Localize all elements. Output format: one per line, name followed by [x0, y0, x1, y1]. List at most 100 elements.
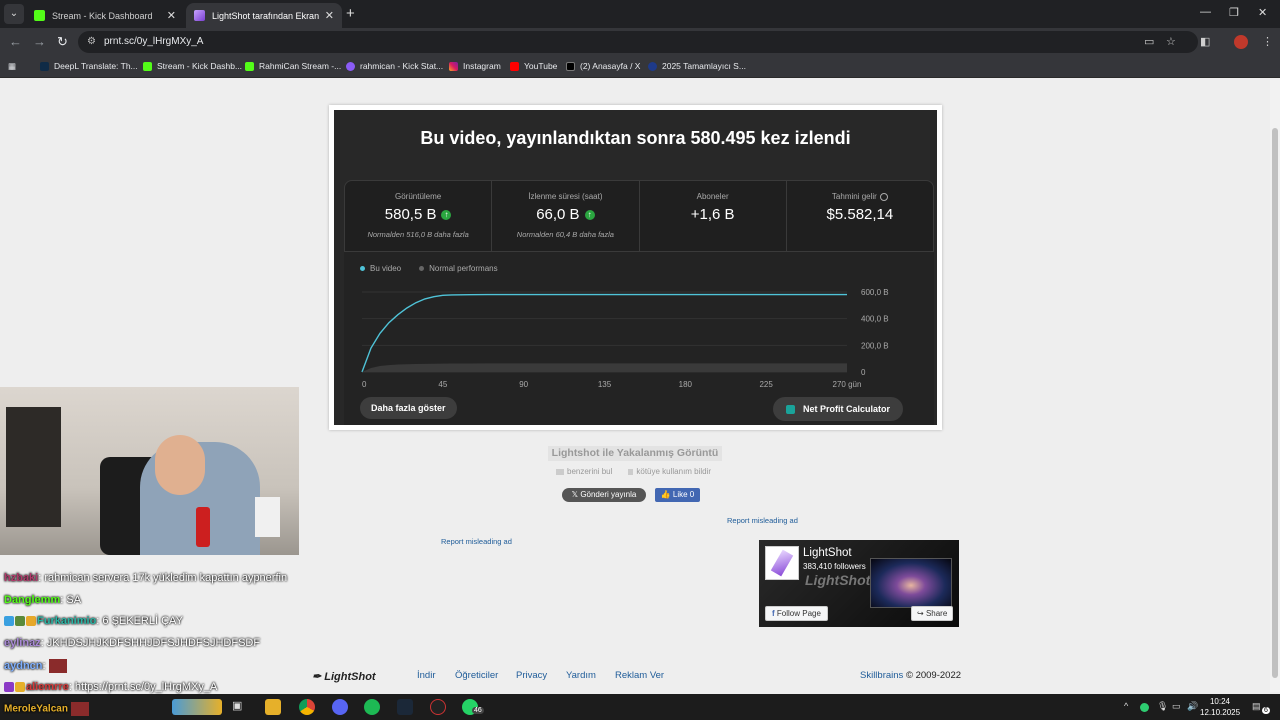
new-tab-button[interactable]: + [346, 6, 355, 21]
find-similar-link[interactable]: benzerini bul [556, 467, 620, 476]
calculator-icon [785, 404, 795, 414]
back-button[interactable]: ← [9, 34, 22, 49]
page-scrollbar[interactable] [1270, 80, 1280, 692]
stat-label-text: Tahmini gelir [831, 192, 877, 201]
reload-button[interactable]: ↻ [57, 34, 68, 50]
bookmark-instagram[interactable]: Instagram [449, 61, 501, 71]
bookmark-kick-stats[interactable]: rahmican - Kick Stat... [346, 61, 443, 71]
followers-count: 383,410 followers [803, 562, 866, 571]
close-icon[interactable]: ✕ [325, 9, 334, 22]
microphone-icon[interactable]: 🎙 [1157, 701, 1168, 712]
y-tick-label: 600,0 B [861, 288, 889, 297]
stats-icon [346, 61, 355, 71]
bookmark-rahmican-stream[interactable]: RahmiCan Stream -... [245, 61, 341, 71]
chevron-up-icon[interactable]: ^ [1124, 701, 1128, 711]
share-icon: ↪ [917, 609, 924, 618]
emote-image [48, 659, 67, 673]
volume-icon[interactable]: 🔊 [1187, 701, 1198, 712]
tab-lightshot[interactable]: LightShot tarafından Ekran Görü ✕ [186, 3, 342, 28]
bookmark-kick-dashboard[interactable]: Stream - Kick Dashb... [143, 61, 242, 71]
lightshot-caption: Lightshot ile Yakalanmış Görüntü [548, 446, 722, 461]
stat-label: Görüntüleme [395, 192, 442, 201]
file-explorer-icon[interactable] [265, 699, 281, 715]
footer-link-ogreticiler[interactable]: Öğreticiler [455, 670, 498, 681]
forward-button[interactable]: → [33, 34, 46, 49]
series-line-bu-video [361, 293, 847, 373]
weather-widget[interactable] [172, 699, 222, 715]
report-ad-link[interactable]: Report misleading ad [727, 516, 798, 525]
bookmark-label: DeepL Translate: Th... [54, 61, 138, 71]
chat-user: MeroleYalcan [4, 703, 68, 715]
footer-link-yardim[interactable]: Yardım [566, 670, 596, 681]
x-tick-label: 90 [519, 380, 528, 389]
window-close-button[interactable]: ✕ [1258, 6, 1267, 19]
report-abuse-link[interactable]: kötüye kullanım bildir [628, 467, 719, 476]
spotify-icon[interactable] [364, 699, 380, 715]
stat-subscribers: Aboneler +1,6 B [640, 181, 787, 251]
footer-logo[interactable]: ✒ LightShot [312, 670, 376, 683]
chat-message: aliemrre: https://prnt.sc/0y_lHrgMXy_A [4, 681, 217, 693]
stat-sub: Normalden 60,4 B daha fazla [516, 230, 614, 239]
minimize-button[interactable]: — [1200, 6, 1211, 18]
address-bar[interactable]: ⚙ prnt.sc/0y_lHrgMXy_A [78, 31, 1198, 53]
facebook-page-widget[interactable]: LightShot LightShot 383,410 followers f … [759, 540, 959, 627]
facebook-like-button[interactable]: 👍 Like 0 [655, 488, 700, 502]
site-info-icon[interactable]: ⚙ [87, 31, 96, 53]
close-icon[interactable]: ✕ [167, 9, 176, 22]
show-more-button[interactable]: Daha fazla göster [360, 397, 457, 419]
badge-icon [4, 682, 14, 693]
x-share-button[interactable]: 𝕏 Gönderi yayınla [562, 488, 646, 502]
share-button[interactable]: ↪ Share [911, 606, 954, 621]
cast-icon[interactable]: ▭ [1144, 35, 1154, 48]
menu-icon[interactable]: ⋮ [1262, 35, 1273, 48]
footer-link-privacy[interactable]: Privacy [516, 670, 547, 681]
chat-message: aydncn: [4, 659, 67, 673]
footer-link-indir[interactable]: İndir [417, 670, 435, 681]
star-icon[interactable]: ☆ [1166, 35, 1176, 48]
lightshot-logo[interactable] [765, 546, 799, 580]
stat-label: Aboneler [696, 192, 729, 201]
notification-icon[interactable]: ▤ [1252, 701, 1261, 712]
steam-icon[interactable] [397, 699, 413, 715]
chat-text: : 6 ŞEKERLİ ÇAY [96, 615, 183, 627]
discord-icon[interactable] [332, 699, 348, 715]
tab-search-button[interactable]: ⌄ [4, 4, 24, 24]
y-tick-label: 200,0 B [861, 341, 889, 350]
net-profit-calculator-button[interactable]: Net Profit Calculator [773, 397, 903, 421]
badge-icon [15, 682, 25, 693]
status-icon[interactable] [1140, 703, 1149, 712]
system-clock[interactable]: 10:24 12.10.2025 [1200, 696, 1240, 718]
brand-label: LightShot [324, 671, 376, 683]
stat-value: +1,6 B [640, 206, 786, 223]
bookmark-x[interactable]: (2) Anasayfa / X [566, 61, 640, 71]
bookmark-deepl[interactable]: DeepL Translate: Th... [40, 61, 138, 71]
emote-image [70, 702, 89, 716]
stat-value: $5.582,14 [787, 206, 933, 223]
chat-text: : https://prnt.sc/0y_lHrgMXy_A [68, 681, 218, 693]
avatar[interactable] [1234, 35, 1248, 49]
network-icon[interactable]: ▭ [1172, 701, 1181, 712]
skillbrains-link[interactable]: Skillbrains [860, 670, 903, 681]
task-view-icon[interactable]: ▣ [232, 699, 248, 715]
apps-icon[interactable]: ▦ [8, 61, 16, 72]
chrome-icon[interactable] [299, 699, 315, 715]
tab-kick-dashboard[interactable]: Stream - Kick Dashboard ✕ [26, 3, 184, 28]
y-tick-label: 400,0 B [861, 315, 889, 324]
follow-page-button[interactable]: f Follow Page [765, 606, 828, 621]
obs-icon[interactable] [430, 699, 446, 715]
page-name[interactable]: LightShot [803, 547, 852, 559]
bookmark-tamamlayici[interactable]: 2025 Tamamlayıcı S... [648, 61, 746, 71]
bookmark-youtube[interactable]: YouTube [510, 61, 557, 71]
youtube-icon [510, 61, 519, 71]
y-tick-label: 0 [861, 368, 866, 377]
report-ad-link[interactable]: Report misleading ad [441, 537, 512, 546]
scrollbar-thumb[interactable] [1272, 128, 1278, 678]
flag-icon [628, 468, 634, 475]
screenshot-image[interactable]: Bu video, yayınlandıktan sonra 580.495 k… [334, 110, 937, 425]
restore-button[interactable]: ❐ [1229, 6, 1239, 19]
lightshot-icon [194, 10, 205, 21]
kick-icon [245, 61, 254, 71]
link-label: kötüye kullanım bildir [636, 467, 712, 476]
extensions-icon[interactable]: ◧ [1200, 35, 1210, 48]
footer-link-reklam[interactable]: Reklam Ver [615, 670, 664, 681]
